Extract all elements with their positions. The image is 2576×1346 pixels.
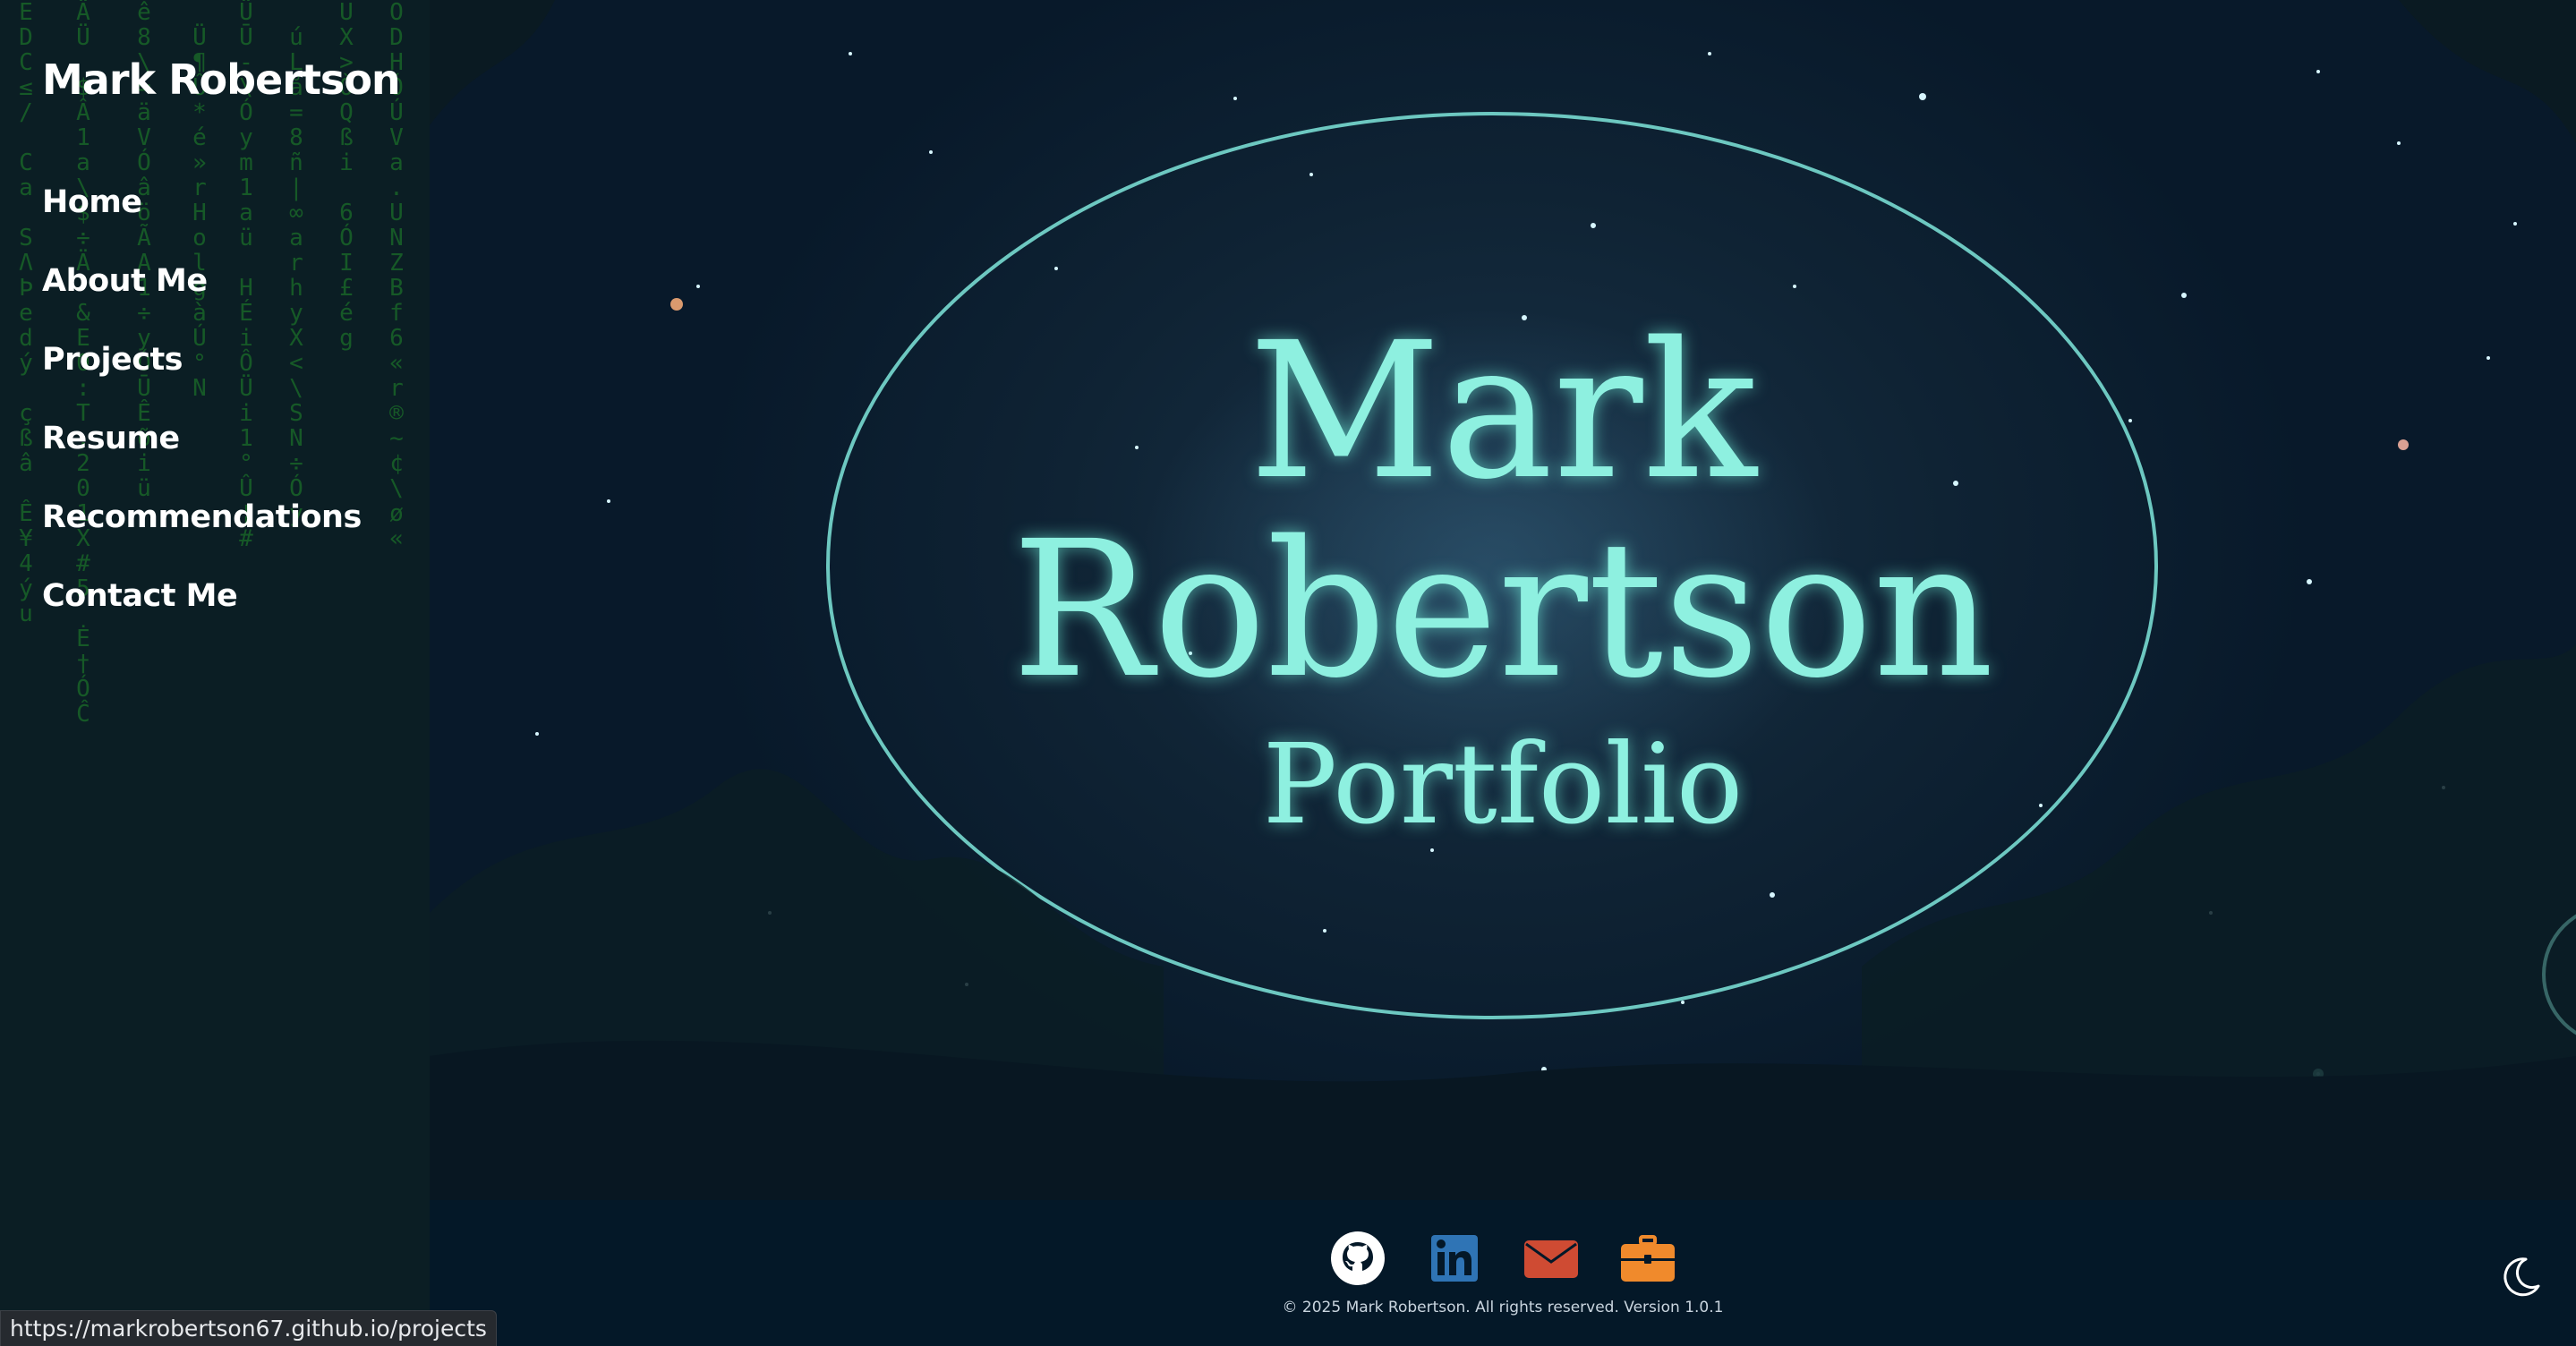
email-icon[interactable] — [1523, 1230, 1580, 1287]
hero-title-last-name: Robertson — [1011, 500, 1994, 720]
sidebar: E D C ≤ / C a S Λ Þ e d ý ç ß â Ê ¥ 4 ý … — [0, 0, 430, 1346]
github-icon[interactable] — [1329, 1230, 1386, 1287]
moon-icon[interactable] — [2497, 1254, 2544, 1300]
nav-recommendations[interactable]: Recommendations — [42, 499, 362, 535]
nav-resume[interactable]: Resume — [42, 421, 180, 456]
linkedin-icon[interactable] — [1426, 1230, 1483, 1287]
nav-home[interactable]: Home — [42, 184, 142, 220]
nav-projects[interactable]: Projects — [42, 342, 183, 378]
nav-about-me[interactable]: About Me — [42, 263, 208, 299]
footer: © 2025 Mark Robertson. All rights reserv… — [430, 1200, 2576, 1346]
copyright-text: © 2025 Mark Robertson. All rights reserv… — [1282, 1299, 1724, 1316]
site-brand[interactable]: Mark Robertson — [42, 55, 401, 104]
page: E D C ≤ / C a S Λ Þ e d ý ç ß â Ê ¥ 4 ý … — [0, 0, 2576, 1346]
hero-banner: Mark Robertson Portfolio — [430, 0, 2576, 1200]
sidebar-nav: Home About Me Projects Resume Recommenda… — [42, 184, 362, 657]
browser-status-url: https://markrobertson67.github.io/projec… — [0, 1310, 497, 1346]
nav-contact-me[interactable]: Contact Me — [42, 578, 238, 614]
hero-subtitle: Portfolio — [1262, 720, 1744, 849]
hero-title-first-name: Mark — [1249, 302, 1757, 521]
social-links — [430, 1230, 2576, 1287]
briefcase-icon[interactable] — [1619, 1230, 1676, 1287]
